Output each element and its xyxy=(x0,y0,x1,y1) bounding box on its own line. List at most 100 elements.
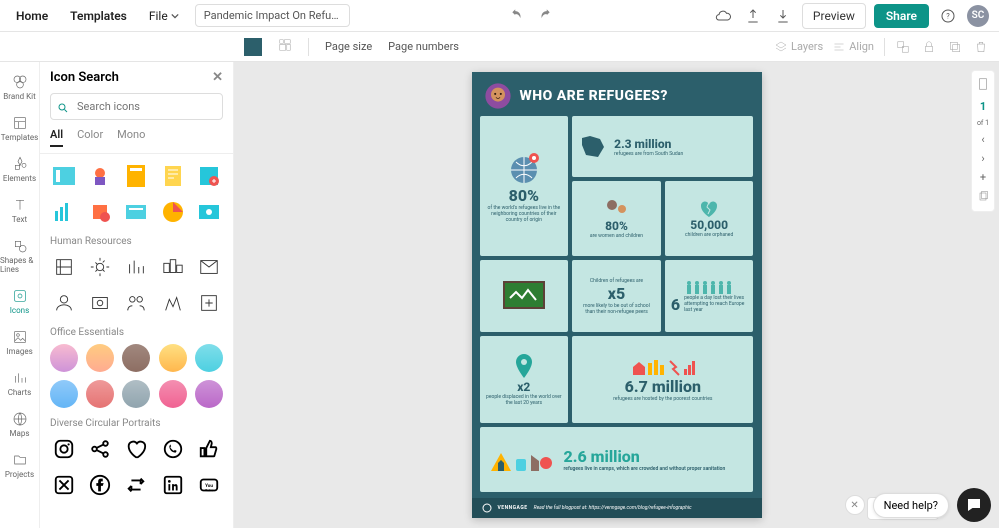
next-page-button[interactable]: › xyxy=(981,152,984,165)
x-twitter-icon[interactable] xyxy=(50,471,78,499)
search-input[interactable] xyxy=(50,93,223,120)
portrait-icon[interactable] xyxy=(122,344,150,372)
rail-projects[interactable]: Projects xyxy=(0,446,39,485)
mono-icon[interactable] xyxy=(86,253,114,281)
tab-all[interactable]: All xyxy=(50,128,63,147)
page-indicator-icon[interactable] xyxy=(976,77,990,94)
page-numbers-button[interactable]: Page numbers xyxy=(388,40,459,53)
stat-card-sudan[interactable]: 2.3 million refugees are from South Suda… xyxy=(572,116,753,177)
rail-brand-kit[interactable]: Brand Kit xyxy=(0,68,39,107)
copy-icon[interactable] xyxy=(947,39,963,55)
chat-button[interactable] xyxy=(957,488,991,522)
portrait-icon[interactable] xyxy=(50,344,78,372)
download-icon[interactable] xyxy=(772,5,794,27)
portrait-icon[interactable] xyxy=(195,380,223,408)
instagram-icon[interactable] xyxy=(50,435,78,463)
document-title-input[interactable]: Pandemic Impact On Refugee Sta... xyxy=(195,4,350,27)
stat-card-67m[interactable]: 6.7 million refugees are hosted by the p… xyxy=(572,336,753,423)
need-help-button[interactable]: Need help? xyxy=(873,493,949,518)
home-link[interactable]: Home xyxy=(10,5,54,27)
location-pin-icon xyxy=(514,354,534,380)
layers-button[interactable]: Layers xyxy=(775,40,823,53)
color-icon[interactable] xyxy=(86,198,114,226)
stat-card-6-people[interactable]: 6people a day lost their lives attemptin… xyxy=(665,260,754,332)
preview-button[interactable]: Preview xyxy=(802,3,866,29)
mono-icon[interactable] xyxy=(159,253,187,281)
user-avatar[interactable]: SC xyxy=(967,5,989,27)
stat-card-orphaned[interactable]: 50,000 children are orphaned xyxy=(665,181,754,256)
templates-link[interactable]: Templates xyxy=(64,5,133,27)
color-icon[interactable] xyxy=(50,162,78,190)
dismiss-help-button[interactable]: ✕ xyxy=(845,495,865,515)
upload-icon[interactable] xyxy=(742,5,764,27)
help-icon[interactable]: ? xyxy=(937,5,959,27)
color-icon[interactable] xyxy=(159,162,187,190)
infographic-title: WHO ARE REFUGEES? xyxy=(520,88,668,104)
rail-shapes[interactable]: Shapes & Lines xyxy=(0,232,39,280)
grid-toggle-icon[interactable] xyxy=(278,38,292,55)
portrait-icon[interactable] xyxy=(122,380,150,408)
infographic-page[interactable]: WHO ARE REFUGEES? 80% of the world's ref… xyxy=(472,72,762,518)
stat-card-women-children[interactable]: 80% are women and children xyxy=(572,181,661,256)
share-button[interactable]: Share xyxy=(874,4,929,28)
prev-page-button[interactable]: ‹ xyxy=(981,133,984,146)
color-icon[interactable] xyxy=(195,162,223,190)
color-icon[interactable] xyxy=(86,162,114,190)
mono-icon[interactable] xyxy=(50,289,78,317)
rail-elements[interactable]: Elements xyxy=(0,150,39,189)
facebook-icon[interactable] xyxy=(86,471,114,499)
stat-card-x2[interactable]: x2 people displaced in the world over th… xyxy=(480,336,569,423)
undo-button[interactable] xyxy=(510,7,524,25)
share-icon[interactable] xyxy=(86,435,114,463)
rail-templates[interactable]: Templates xyxy=(0,109,39,148)
rail-icons[interactable]: Icons xyxy=(0,282,39,321)
color-icon[interactable] xyxy=(50,198,78,226)
stat-card-chalkboard[interactable] xyxy=(480,260,569,332)
background-color-swatch[interactable] xyxy=(244,38,262,56)
file-menu[interactable]: File xyxy=(143,5,185,27)
align-button[interactable]: Align xyxy=(833,40,874,53)
heart-icon[interactable] xyxy=(122,435,150,463)
page-size-button[interactable]: Page size xyxy=(325,40,372,53)
tab-mono[interactable]: Mono xyxy=(117,128,145,147)
tab-color[interactable]: Color xyxy=(77,128,103,147)
color-icon[interactable] xyxy=(122,198,150,226)
add-page-button[interactable]: + xyxy=(980,171,986,184)
delete-icon[interactable] xyxy=(973,39,989,55)
rail-maps[interactable]: Maps xyxy=(0,405,39,444)
whatsapp-icon[interactable] xyxy=(159,435,187,463)
stat-card-world-80[interactable]: 80% of the world's refugees live in the … xyxy=(480,116,569,256)
stat-card-x5[interactable]: Children of refugees are x5 more likely … xyxy=(572,260,661,332)
retweet-icon[interactable] xyxy=(122,471,150,499)
redo-button[interactable] xyxy=(538,7,552,25)
portrait-icon[interactable] xyxy=(86,344,114,372)
color-icon[interactable] xyxy=(195,198,223,226)
mono-icon[interactable] xyxy=(195,253,223,281)
portrait-icon[interactable] xyxy=(50,380,78,408)
mono-icon[interactable] xyxy=(86,289,114,317)
portrait-icon[interactable] xyxy=(195,344,223,372)
color-icon[interactable] xyxy=(122,162,150,190)
lock-icon[interactable] xyxy=(921,39,937,55)
portrait-icon[interactable] xyxy=(159,344,187,372)
duplicate-page-button[interactable] xyxy=(977,190,989,205)
linkedin-icon[interactable] xyxy=(159,471,187,499)
mono-icon[interactable] xyxy=(122,253,150,281)
stat-card-26m[interactable]: 2.6 million refugees live in camps, whic… xyxy=(480,427,754,492)
mono-icon[interactable] xyxy=(122,289,150,317)
portrait-icon[interactable] xyxy=(159,380,187,408)
rail-images[interactable]: Images xyxy=(0,323,39,362)
rail-text[interactable]: Text xyxy=(0,191,39,230)
mono-icon[interactable] xyxy=(159,289,187,317)
youtube-icon[interactable]: YouTube xyxy=(195,471,223,499)
canvas[interactable]: WHO ARE REFUGEES? 80% of the world's ref… xyxy=(234,62,999,528)
portrait-icon[interactable] xyxy=(86,380,114,408)
thumbs-up-icon[interactable] xyxy=(195,435,223,463)
mono-icon[interactable] xyxy=(195,289,223,317)
group-icon[interactable] xyxy=(895,39,911,55)
panel-close-button[interactable]: ✕ xyxy=(212,70,223,85)
rail-charts[interactable]: Charts xyxy=(0,364,39,403)
mono-icon[interactable] xyxy=(50,253,78,281)
color-icon[interactable] xyxy=(159,198,187,226)
cloud-sync-icon[interactable] xyxy=(712,5,734,27)
